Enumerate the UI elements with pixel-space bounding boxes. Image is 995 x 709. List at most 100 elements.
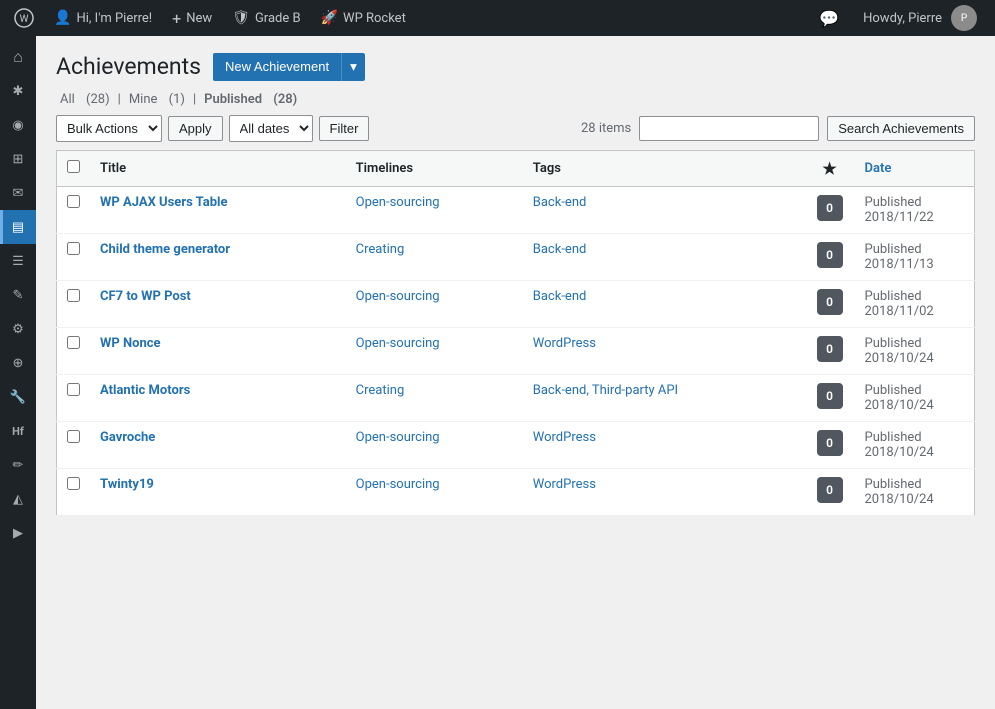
sidebar-item-hf[interactable]: Hf bbox=[0, 414, 36, 448]
row-date-cell: Published 2018/11/13 bbox=[855, 233, 975, 280]
filter-published-count: (28) bbox=[273, 92, 297, 107]
sidebar-item-shield[interactable]: ◭ bbox=[0, 482, 36, 516]
sidebar-item-edit[interactable]: ✏ bbox=[0, 448, 36, 482]
sidebar-item-play[interactable]: ▶ bbox=[0, 516, 36, 550]
adminbar-user-item[interactable]: 👤 Hi, I'm Pierre! bbox=[44, 0, 162, 36]
row-tag-link[interactable]: WordPress bbox=[533, 430, 596, 445]
apply-button[interactable]: Apply bbox=[168, 116, 223, 141]
row-date-cell: Published 2018/10/24 bbox=[855, 327, 975, 374]
row-date-cell: Published 2018/11/22 bbox=[855, 186, 975, 233]
sidebar-item-pages[interactable]: ⊞ bbox=[0, 142, 36, 176]
row-badge-cell: 0 bbox=[805, 280, 855, 327]
row-timeline-link[interactable]: Creating bbox=[356, 383, 405, 398]
sidebar-item-tools[interactable]: ✎ bbox=[0, 278, 36, 312]
filter-published[interactable]: Published (28) bbox=[200, 92, 301, 107]
adminbar-wp-rocket[interactable]: 🚀 WP Rocket bbox=[311, 0, 416, 36]
sidebar-item-comments[interactable]: ✉ bbox=[0, 176, 36, 210]
badge-count: 0 bbox=[817, 195, 843, 221]
row-tag-link[interactable]: Back-end bbox=[533, 289, 587, 304]
row-timeline-link[interactable]: Open-sourcing bbox=[356, 195, 440, 210]
row-timeline-link[interactable]: Creating bbox=[356, 242, 405, 257]
select-all-checkbox[interactable] bbox=[67, 160, 80, 173]
row-tag-link[interactable]: WordPress bbox=[533, 477, 596, 492]
row-timelines-cell: Open-sourcing bbox=[346, 327, 523, 374]
sep2: | bbox=[193, 92, 196, 107]
sidebar-item-users[interactable]: ⊕ bbox=[0, 346, 36, 380]
row-checkbox[interactable] bbox=[67, 195, 80, 208]
row-tags-cell: Back-end, Third-party API bbox=[523, 374, 805, 421]
adminbar-grade-b[interactable]: 🛡 Grade B bbox=[222, 0, 310, 36]
row-timeline-link[interactable]: Open-sourcing bbox=[356, 477, 440, 492]
row-check-cell bbox=[57, 327, 91, 374]
sidebar-item-settings[interactable]: ⚙ bbox=[0, 312, 36, 346]
row-tag-link[interactable]: Back-end bbox=[533, 195, 587, 210]
row-date-cell: Published 2018/11/02 bbox=[855, 280, 975, 327]
table-row: CF7 to WP Post Open-sourcing Back-end 0 … bbox=[57, 280, 975, 327]
row-title-link[interactable]: Twinty19 bbox=[100, 477, 154, 492]
row-checkbox[interactable] bbox=[67, 477, 80, 490]
sidebar-item-menu2[interactable]: ☰ bbox=[0, 244, 36, 278]
sidebar-item-posts[interactable]: ✱ bbox=[0, 74, 36, 108]
row-checkbox[interactable] bbox=[67, 336, 80, 349]
row-date: 2018/11/02 bbox=[865, 304, 934, 319]
bulk-actions-select[interactable]: Bulk Actions bbox=[56, 115, 162, 142]
row-checkbox[interactable] bbox=[67, 383, 80, 396]
table-row: WP AJAX Users Table Open-sourcing Back-e… bbox=[57, 186, 975, 233]
row-title-cell: Child theme generator bbox=[90, 233, 346, 280]
row-tags-cell: Back-end bbox=[523, 233, 805, 280]
adminbar-howdy[interactable]: Howdy, Pierre P bbox=[853, 0, 987, 36]
sidebar-item-media[interactable]: ◉ bbox=[0, 108, 36, 142]
row-tags-cell: WordPress bbox=[523, 327, 805, 374]
page-title: Achievements bbox=[56, 52, 201, 82]
row-tag-link[interactable]: Back-end bbox=[533, 242, 587, 257]
row-status: Published bbox=[865, 477, 922, 492]
row-tags-cell: WordPress bbox=[523, 468, 805, 515]
badge-count: 0 bbox=[817, 242, 843, 268]
row-tag-link[interactable]: WordPress bbox=[533, 336, 596, 351]
badge-count: 0 bbox=[817, 289, 843, 315]
search-achievements-button[interactable]: Search Achievements bbox=[827, 116, 975, 141]
row-title-link[interactable]: WP Nonce bbox=[100, 336, 161, 351]
search-input[interactable] bbox=[639, 116, 819, 141]
adminbar-new-item[interactable]: + New bbox=[162, 0, 222, 36]
row-timeline-link[interactable]: Open-sourcing bbox=[356, 289, 440, 304]
wp-logo[interactable]: W bbox=[8, 0, 40, 36]
row-status: Published bbox=[865, 289, 922, 304]
filter-all[interactable]: All (28) bbox=[56, 92, 114, 107]
table-row: Atlantic Motors Creating Back-end, Third… bbox=[57, 374, 975, 421]
date-sort-link[interactable]: Date bbox=[865, 161, 892, 176]
adminbar-comment-icon-item[interactable]: 💬 bbox=[809, 0, 849, 36]
row-date: 2018/10/24 bbox=[865, 398, 934, 413]
filter-button[interactable]: Filter bbox=[319, 116, 370, 141]
row-checkbox[interactable] bbox=[67, 289, 80, 302]
row-title-link[interactable]: Atlantic Motors bbox=[100, 383, 190, 398]
row-date-cell: Published 2018/10/24 bbox=[855, 421, 975, 468]
row-checkbox[interactable] bbox=[67, 430, 80, 443]
sidebar-item-dashboard[interactable]: ⌂ bbox=[0, 40, 36, 74]
posts-icon: ✱ bbox=[13, 84, 24, 99]
row-timeline-link[interactable]: Open-sourcing bbox=[356, 430, 440, 445]
date-filter-select[interactable]: All dates bbox=[229, 115, 313, 142]
row-date: 2018/11/22 bbox=[865, 210, 934, 225]
comments-icon: ✉ bbox=[13, 186, 24, 201]
badge-count: 0 bbox=[817, 383, 843, 409]
sidebar-item-achievements[interactable]: ▤ bbox=[0, 210, 36, 244]
filter-mine[interactable]: Mine (1) bbox=[125, 92, 189, 107]
user-greeting: Hi, I'm Pierre! bbox=[76, 11, 152, 26]
row-tag-link[interactable]: Back-end, Third-party API bbox=[533, 383, 678, 398]
new-achievement-dropdown-button[interactable]: ▾ bbox=[341, 53, 365, 81]
row-date: 2018/10/24 bbox=[865, 351, 934, 366]
new-achievement-button[interactable]: New Achievement bbox=[213, 53, 341, 81]
wrench-icon: 🔧 bbox=[10, 390, 26, 405]
row-title-link[interactable]: Gavroche bbox=[100, 430, 155, 445]
row-title-link[interactable]: CF7 to WP Post bbox=[100, 289, 191, 304]
table-row: Twinty19 Open-sourcing WordPress 0 Publi… bbox=[57, 468, 975, 515]
row-date: 2018/10/24 bbox=[865, 492, 934, 507]
page-header: Achievements New Achievement ▾ bbox=[56, 52, 975, 82]
row-check-cell bbox=[57, 421, 91, 468]
row-checkbox[interactable] bbox=[67, 242, 80, 255]
row-title-link[interactable]: WP AJAX Users Table bbox=[100, 195, 228, 210]
sidebar-item-wrench[interactable]: 🔧 bbox=[0, 380, 36, 414]
row-title-link[interactable]: Child theme generator bbox=[100, 242, 230, 257]
row-timeline-link[interactable]: Open-sourcing bbox=[356, 336, 440, 351]
